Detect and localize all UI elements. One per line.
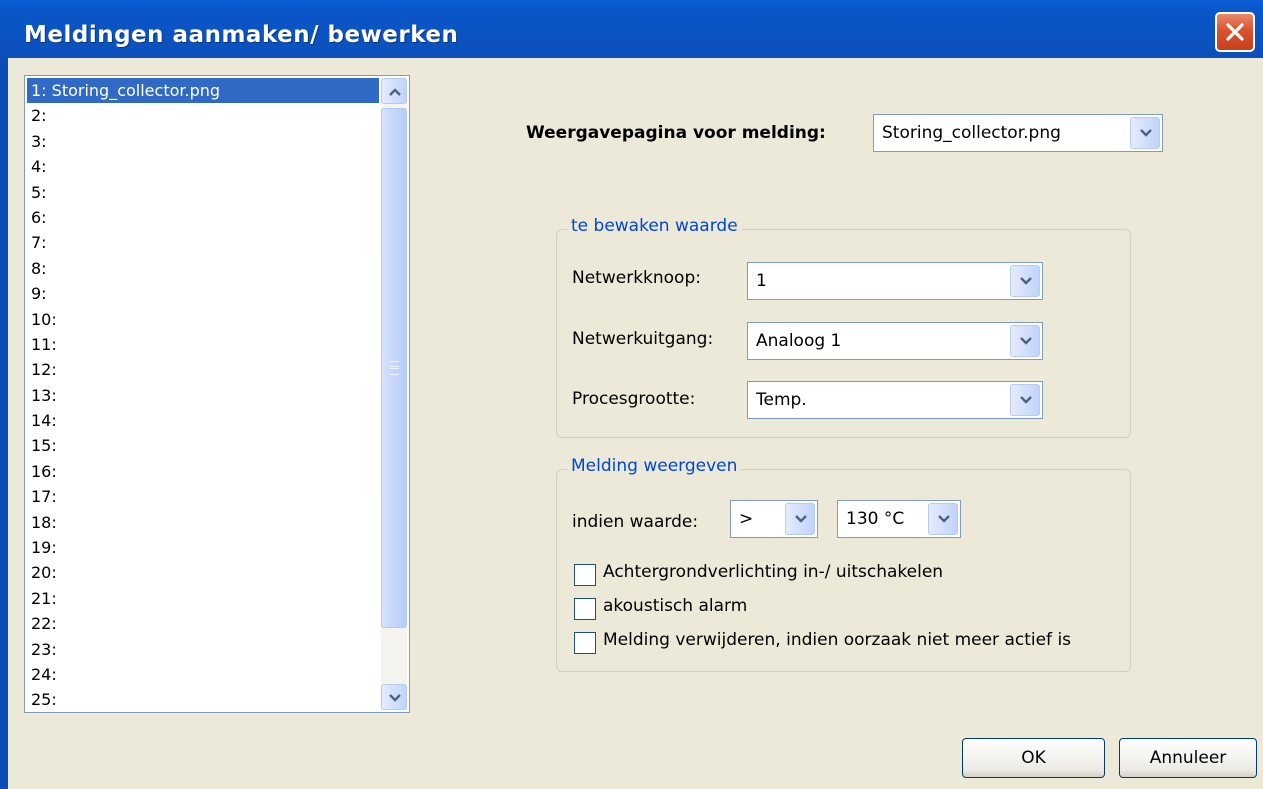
chevron-down-icon [1020,396,1032,404]
chevron-down-icon [1020,277,1032,285]
operator-select[interactable]: > [730,500,818,538]
list-item[interactable]: 10: [27,307,379,332]
list-item[interactable]: 3: [27,129,379,154]
acoustic-alarm-checkbox[interactable] [574,598,596,620]
chevron-up-icon [389,88,401,96]
message-list[interactable]: 1: Storing_collector.png 2: 3: 4: 5: 6: 7: 8: 9:… [24,75,410,713]
network-node-label: Netwerkknoop: [572,268,701,288]
network-output-label: Netwerkuitgang: [572,329,714,349]
chevron-down-icon [389,694,401,702]
list-item[interactable]: 22: [27,611,379,636]
process-quantity-dropdown-button[interactable] [1010,384,1040,416]
scroll-thumb[interactable] [381,108,407,628]
chevron-down-icon [1140,129,1152,137]
network-output-value: Analoog 1 [756,331,842,351]
list-item[interactable]: 19: [27,535,379,560]
list-item[interactable]: 7: [27,230,379,255]
list-item[interactable]: 14: [27,408,379,433]
list-item[interactable]: 15: [27,433,379,458]
list-item[interactable]: 8: [27,256,379,281]
chevron-down-icon [938,515,950,523]
message-list-items: 1: Storing_collector.png 2: 3: 4: 5: 6: 7: 8: 9:… [27,78,379,712]
operator-value: > [739,509,754,529]
list-item[interactable]: 23: [27,637,379,662]
list-item[interactable]: 6: [27,205,379,230]
list-item[interactable]: 11: [27,332,379,357]
operator-dropdown-button[interactable] [785,503,815,535]
list-item[interactable]: 4: [27,154,379,179]
monitor-group-legend: te bewaken waarde [567,216,742,236]
process-quantity-select[interactable]: Temp. [747,381,1043,419]
close-button[interactable] [1215,12,1255,52]
scroll-grip [390,361,399,375]
remove-message-checkbox[interactable] [574,632,596,654]
network-output-dropdown-button[interactable] [1010,325,1040,357]
process-quantity-label: Procesgrootte: [572,389,696,409]
threshold-select[interactable]: 130 °C [837,500,961,538]
display-page-value: Storing_collector.png [882,123,1061,143]
list-item[interactable]: 9: [27,281,379,306]
list-item[interactable]: 21: [27,586,379,611]
list-item[interactable]: 25: [27,687,379,712]
display-page-dropdown-button[interactable] [1130,117,1160,149]
chevron-down-icon [1020,337,1032,345]
ok-button[interactable]: OK [962,738,1105,778]
list-item[interactable]: 18: [27,510,379,535]
threshold-value: 130 °C [846,509,905,529]
chevron-down-icon [795,515,807,523]
display-page-select[interactable]: Storing_collector.png [873,114,1163,152]
close-icon [1226,23,1244,41]
list-scrollbar[interactable] [381,78,407,710]
cancel-button[interactable]: Annuleer [1119,738,1257,778]
threshold-dropdown-button[interactable] [928,503,958,535]
window-title: Meldingen aanmaken/ bewerken [24,22,459,48]
network-output-select[interactable]: Analoog 1 [747,322,1043,360]
scroll-up-button[interactable] [381,78,407,104]
list-item[interactable]: 2: [27,103,379,128]
list-item[interactable]: 13: [27,383,379,408]
show-group-legend: Melding weergeven [567,456,742,476]
list-item[interactable]: 20: [27,560,379,585]
scroll-down-button[interactable] [381,684,407,710]
backlight-checkbox[interactable] [574,564,596,586]
condition-label: indien waarde: [572,512,699,532]
list-item[interactable]: 24: [27,662,379,687]
list-item[interactable]: 17: [27,484,379,509]
process-quantity-value: Temp. [756,390,807,410]
remove-message-checkbox-label[interactable]: Melding verwijderen, indien oorzaak niet… [603,630,1071,650]
backlight-checkbox-label[interactable]: Achtergrondverlichting in-/ uitschakelen [603,562,943,582]
network-node-select[interactable]: 1 [747,262,1043,300]
list-item[interactable]: 16: [27,459,379,484]
network-node-dropdown-button[interactable] [1010,265,1040,297]
list-item[interactable]: 12: [27,357,379,382]
network-node-value: 1 [756,271,767,291]
acoustic-alarm-checkbox-label[interactable]: akoustisch alarm [603,596,747,616]
list-item[interactable]: 5: [27,180,379,205]
display-page-label: Weergavepagina voor melding: [526,123,826,143]
list-item[interactable]: 1: Storing_collector.png [27,78,379,104]
